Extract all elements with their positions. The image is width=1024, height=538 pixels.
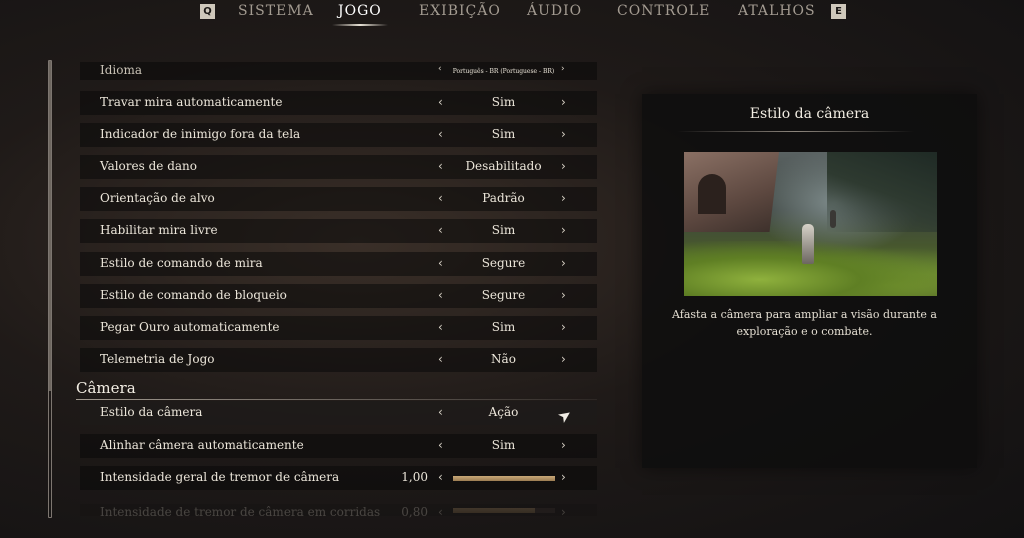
info-panel-title: Estilo da câmera [749, 106, 870, 122]
right-arrow-icon[interactable]: › [561, 505, 566, 519]
setting-value: Sim [491, 223, 516, 237]
right-arrow-icon[interactable]: › [561, 64, 565, 74]
setting-value: Sim [491, 127, 516, 141]
setting-label: Orientação de alvo [100, 191, 215, 205]
left-arrow-icon[interactable]: ‹ [438, 127, 443, 141]
setting-row-orientacao-alvo[interactable]: Orientação de alvo ‹ Padrão › [80, 187, 597, 211]
setting-row-indicador-inimigo[interactable]: Indicador de inimigo fora da tela ‹ Sim … [80, 123, 597, 147]
right-arrow-icon[interactable]: › [561, 352, 566, 366]
setting-label: Estilo da câmera [100, 405, 203, 419]
left-arrow-icon[interactable]: ‹ [438, 352, 443, 366]
left-arrow-icon[interactable]: ‹ [438, 64, 442, 74]
setting-value: Segure [481, 256, 526, 270]
setting-row-comando-bloqueio[interactable]: Estilo de comando de bloqueio ‹ Segure › [80, 284, 597, 308]
info-panel-description: Afasta a câmera para ampliar a visão dur… [672, 308, 937, 338]
section-divider [76, 399, 597, 400]
q-key-icon[interactable]: Q [200, 4, 215, 19]
setting-label: Alinhar câmera automaticamente [100, 438, 304, 452]
left-arrow-icon[interactable]: ‹ [438, 256, 443, 270]
left-arrow-icon[interactable]: ‹ [438, 320, 443, 334]
slider-row-tremor-corridas[interactable]: Intensidade de tremor de câmera em corri… [80, 504, 597, 519]
camera-preview-image [684, 152, 937, 296]
right-arrow-icon[interactable]: › [561, 470, 566, 484]
setting-row-valores-dano[interactable]: Valores de dano ‹ Desabilitado › [80, 155, 597, 179]
right-arrow-icon[interactable]: › [561, 127, 566, 141]
tremor-geral-slider[interactable] [453, 476, 555, 481]
setting-value: Ação [488, 405, 519, 419]
scrollbar-thumb[interactable] [49, 61, 51, 391]
left-arrow-icon[interactable]: ‹ [438, 159, 443, 173]
setting-row-telemetria[interactable]: Telemetria de Jogo ‹ Não › [80, 348, 597, 372]
setting-value: Padrão [482, 191, 525, 205]
tab-atalhos[interactable]: ATALHOS [738, 3, 816, 19]
setting-value: Sim [491, 95, 516, 109]
preview-arch [698, 174, 726, 214]
right-arrow-icon[interactable]: › [561, 95, 566, 109]
setting-row-comando-mira[interactable]: Estilo de comando de mira ‹ Segure › [80, 252, 597, 276]
left-arrow-icon[interactable]: ‹ [438, 95, 443, 109]
setting-label: Pegar Ouro automaticamente [100, 320, 280, 334]
setting-row-pegar-ouro[interactable]: Pegar Ouro automaticamente ‹ Sim › [80, 316, 597, 340]
slider-row-tremor-geral[interactable]: Intensidade geral de tremor de câmera 1,… [80, 466, 597, 490]
left-arrow-icon[interactable]: ‹ [438, 505, 443, 519]
slider-fill [453, 476, 555, 481]
top-tab-bar: Q SISTEMA JOGO EXIBIÇÃO ÁUDIO CONTROLE A… [0, 0, 1024, 26]
tab-exibicao[interactable]: EXIBIÇÃO [419, 3, 501, 19]
setting-value: Sim [491, 438, 516, 452]
tremor-corridas-slider[interactable] [453, 508, 555, 513]
right-arrow-icon[interactable]: › [561, 223, 566, 237]
slider-fill [453, 508, 535, 513]
setting-label: Idioma [100, 63, 143, 77]
settings-scrollbar[interactable] [48, 60, 52, 518]
setting-value: Português - BR (Portuguese - BR) [452, 68, 555, 75]
setting-label: Intensidade geral de tremor de câmera [100, 470, 340, 484]
left-arrow-icon[interactable]: ‹ [438, 405, 443, 419]
left-arrow-icon[interactable]: ‹ [438, 223, 443, 237]
setting-row-alinhar-camera[interactable]: Alinhar câmera automaticamente ‹ Sim › [80, 434, 597, 458]
setting-label: Habilitar mira livre [100, 223, 218, 237]
section-heading-camera: Câmera [76, 379, 136, 397]
right-arrow-icon[interactable]: › [561, 191, 566, 205]
left-arrow-icon[interactable]: ‹ [438, 191, 443, 205]
preview-forest [827, 152, 937, 232]
right-arrow-icon[interactable]: › [561, 159, 566, 173]
preview-character [802, 224, 814, 264]
e-key-icon[interactable]: E [831, 4, 846, 19]
setting-row-mira-livre[interactable]: Habilitar mira livre ‹ Sim › [80, 219, 597, 243]
setting-label: Travar mira automaticamente [100, 95, 283, 109]
setting-value: Não [491, 352, 516, 366]
setting-label: Intensidade de tremor de câmera em corri… [100, 505, 381, 519]
info-panel-divider [677, 131, 914, 132]
preview-distant-figure [830, 210, 836, 228]
slider-value: 1,00 [401, 470, 428, 484]
setting-label: Valores de dano [100, 159, 197, 173]
setting-value: Desabilitado [465, 159, 542, 173]
slider-value: 0,80 [401, 505, 428, 519]
right-arrow-icon[interactable]: › [561, 320, 566, 334]
setting-row-estilo-camera[interactable]: Estilo da câmera ‹ Ação [80, 401, 597, 425]
setting-label: Estilo de comando de mira [100, 256, 263, 270]
setting-value: Sim [491, 320, 516, 334]
info-panel: Estilo da câmera Afasta a câmera para am… [642, 94, 977, 468]
right-arrow-icon[interactable]: › [561, 288, 566, 302]
setting-row-travar-mira[interactable]: Travar mira automaticamente ‹ Sim › [80, 91, 597, 115]
right-arrow-icon[interactable]: › [561, 438, 566, 452]
left-arrow-icon[interactable]: ‹ [438, 470, 443, 484]
tab-controle[interactable]: CONTROLE [617, 3, 710, 19]
setting-label: Estilo de comando de bloqueio [100, 288, 287, 302]
left-arrow-icon[interactable]: ‹ [438, 288, 443, 302]
setting-label: Indicador de inimigo fora da tela [100, 127, 301, 141]
tab-jogo[interactable]: JOGO [332, 3, 388, 26]
tab-audio[interactable]: ÁUDIO [527, 3, 582, 19]
left-arrow-icon[interactable]: ‹ [438, 438, 443, 452]
setting-row-idioma[interactable]: Idioma ‹ Português - BR (Portuguese - BR… [80, 62, 597, 80]
setting-value: Segure [481, 288, 526, 302]
setting-label: Telemetria de Jogo [100, 352, 215, 366]
right-arrow-icon[interactable]: › [561, 256, 566, 270]
tab-sistema[interactable]: SISTEMA [238, 3, 314, 19]
